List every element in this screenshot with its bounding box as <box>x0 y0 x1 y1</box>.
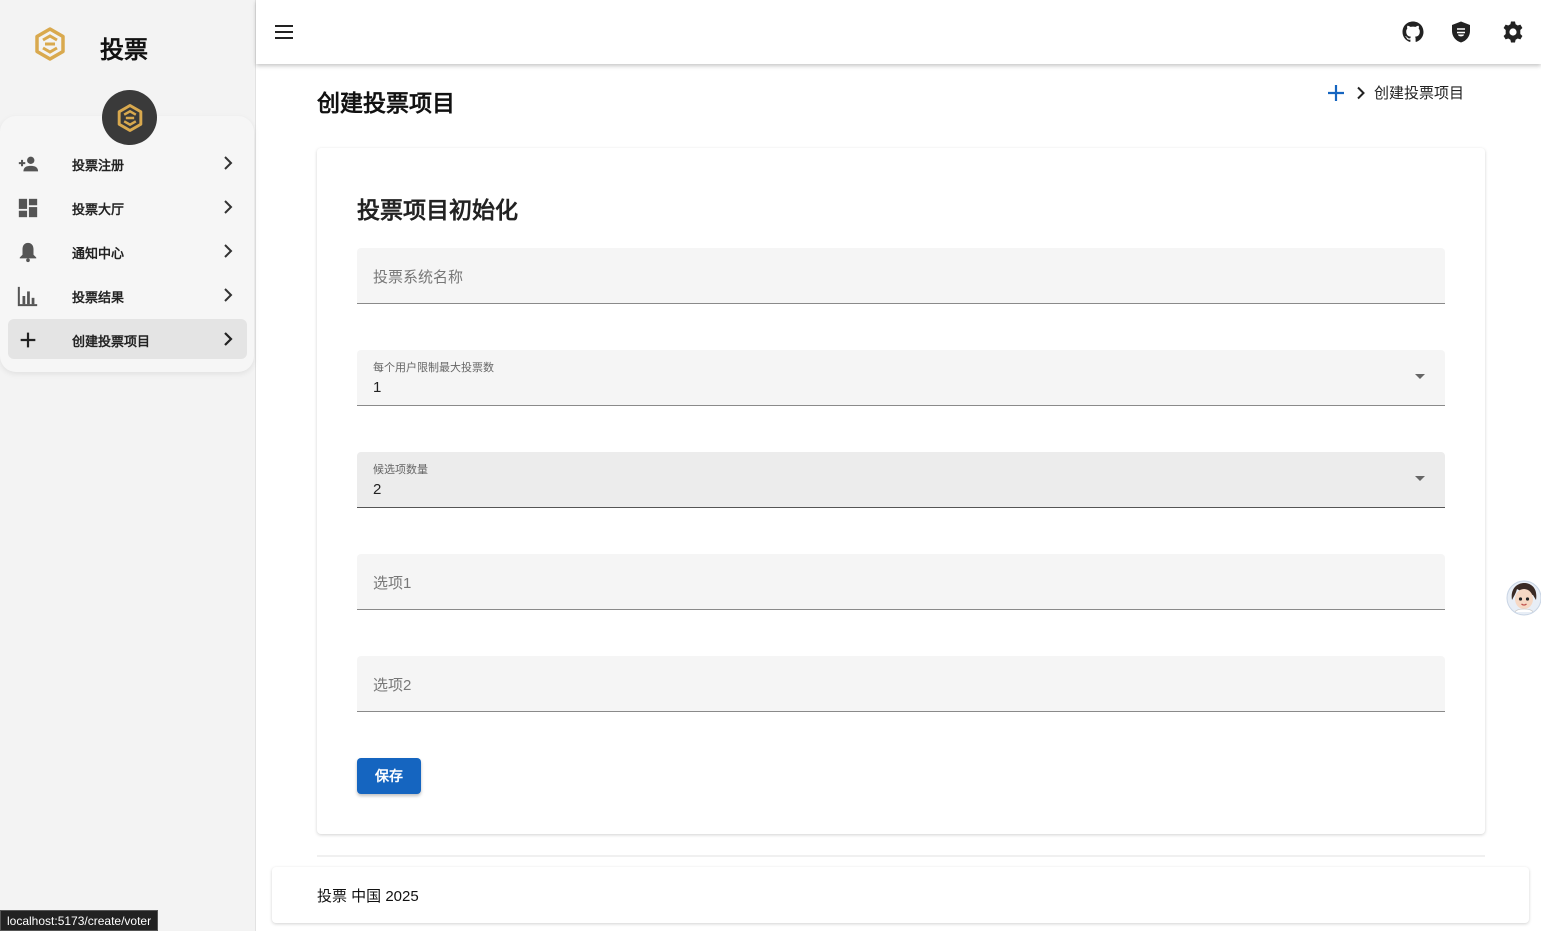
option1-field[interactable]: 选项1 <box>357 554 1445 610</box>
max-votes-select[interactable]: 每个用户限制最大投票数 1 <box>357 350 1445 406</box>
sidebar-item-label: 投票结果 <box>72 290 125 305</box>
sidebar-item-create-project[interactable]: 创建投票项目 <box>8 319 247 359</box>
sidebar-item-label: 投票注册 <box>72 158 125 173</box>
brand[interactable]: 投票 <box>32 26 148 64</box>
dropdown-arrow-icon <box>1415 476 1425 481</box>
sidebar: 投票 投票注册 投票大厅 通知中心 投票结果 创建投票项目 <box>0 0 256 931</box>
sidebar-item-hall[interactable]: 投票大厅 <box>8 187 247 227</box>
gear-icon[interactable] <box>1501 20 1525 44</box>
avatar-logo-icon <box>117 103 142 132</box>
menu-icon[interactable] <box>274 22 294 42</box>
bell-icon <box>19 242 37 263</box>
dashboard-icon <box>18 198 38 218</box>
chevron-right-icon <box>224 288 233 302</box>
shield-icon[interactable] <box>1449 20 1473 44</box>
sidebar-item-label: 创建投票项目 <box>72 334 151 349</box>
option-count-label: 候选项数量 <box>373 464 428 476</box>
plus-icon <box>20 332 36 348</box>
option-count-select[interactable]: 候选项数量 2 <box>357 452 1445 508</box>
option1-placeholder: 选项1 <box>373 575 412 592</box>
status-url: localhost:5173/create/voter <box>0 910 159 931</box>
form-title: 投票项目初始化 <box>357 197 518 223</box>
brand-logo-icon <box>35 27 65 61</box>
assistant-avatar-icon[interactable] <box>1504 578 1541 618</box>
avatar[interactable] <box>102 90 157 145</box>
footer: 投票 中国 2025 <box>272 867 1529 923</box>
chevron-right-icon <box>1357 86 1365 99</box>
person-add-icon <box>18 156 39 172</box>
dropdown-arrow-icon <box>1415 374 1425 379</box>
sidebar-item-label: 投票大厅 <box>72 202 125 217</box>
chevron-right-icon <box>224 200 233 214</box>
sidebar-item-register[interactable]: 投票注册 <box>8 143 247 183</box>
sidebar-item-notifications[interactable]: 通知中心 <box>8 231 247 271</box>
save-button[interactable]: 保存 <box>357 758 421 794</box>
top-app-bar <box>256 0 1541 64</box>
breadcrumb: 创建投票项目 <box>1326 82 1464 103</box>
github-icon[interactable] <box>1401 20 1425 44</box>
option2-placeholder: 选项2 <box>373 677 412 694</box>
page-title: 创建投票项目 <box>317 90 455 116</box>
footer-text: 投票 中国 2025 <box>317 888 419 905</box>
system-name-field[interactable]: 投票系统名称 <box>357 248 1445 304</box>
brand-title: 投票 <box>100 37 148 64</box>
form-card: 投票项目初始化 投票系统名称 每个用户限制最大投票数 1 候选项数量 2 选项1… <box>317 148 1485 834</box>
system-name-placeholder: 投票系统名称 <box>373 269 464 286</box>
chevron-right-icon <box>224 156 233 170</box>
divider <box>317 855 1485 857</box>
max-votes-value: 1 <box>373 379 382 396</box>
bar-chart-icon <box>17 286 38 307</box>
chevron-right-icon <box>224 332 233 346</box>
sidebar-item-label: 通知中心 <box>72 246 125 261</box>
max-votes-label: 每个用户限制最大投票数 <box>373 362 494 374</box>
sidebar-item-results[interactable]: 投票结果 <box>8 275 247 315</box>
plus-icon[interactable] <box>1326 83 1346 103</box>
option2-field[interactable]: 选项2 <box>357 656 1445 712</box>
breadcrumb-current: 创建投票项目 <box>1374 85 1465 102</box>
option-count-value: 2 <box>373 481 382 498</box>
chevron-right-icon <box>224 244 233 258</box>
